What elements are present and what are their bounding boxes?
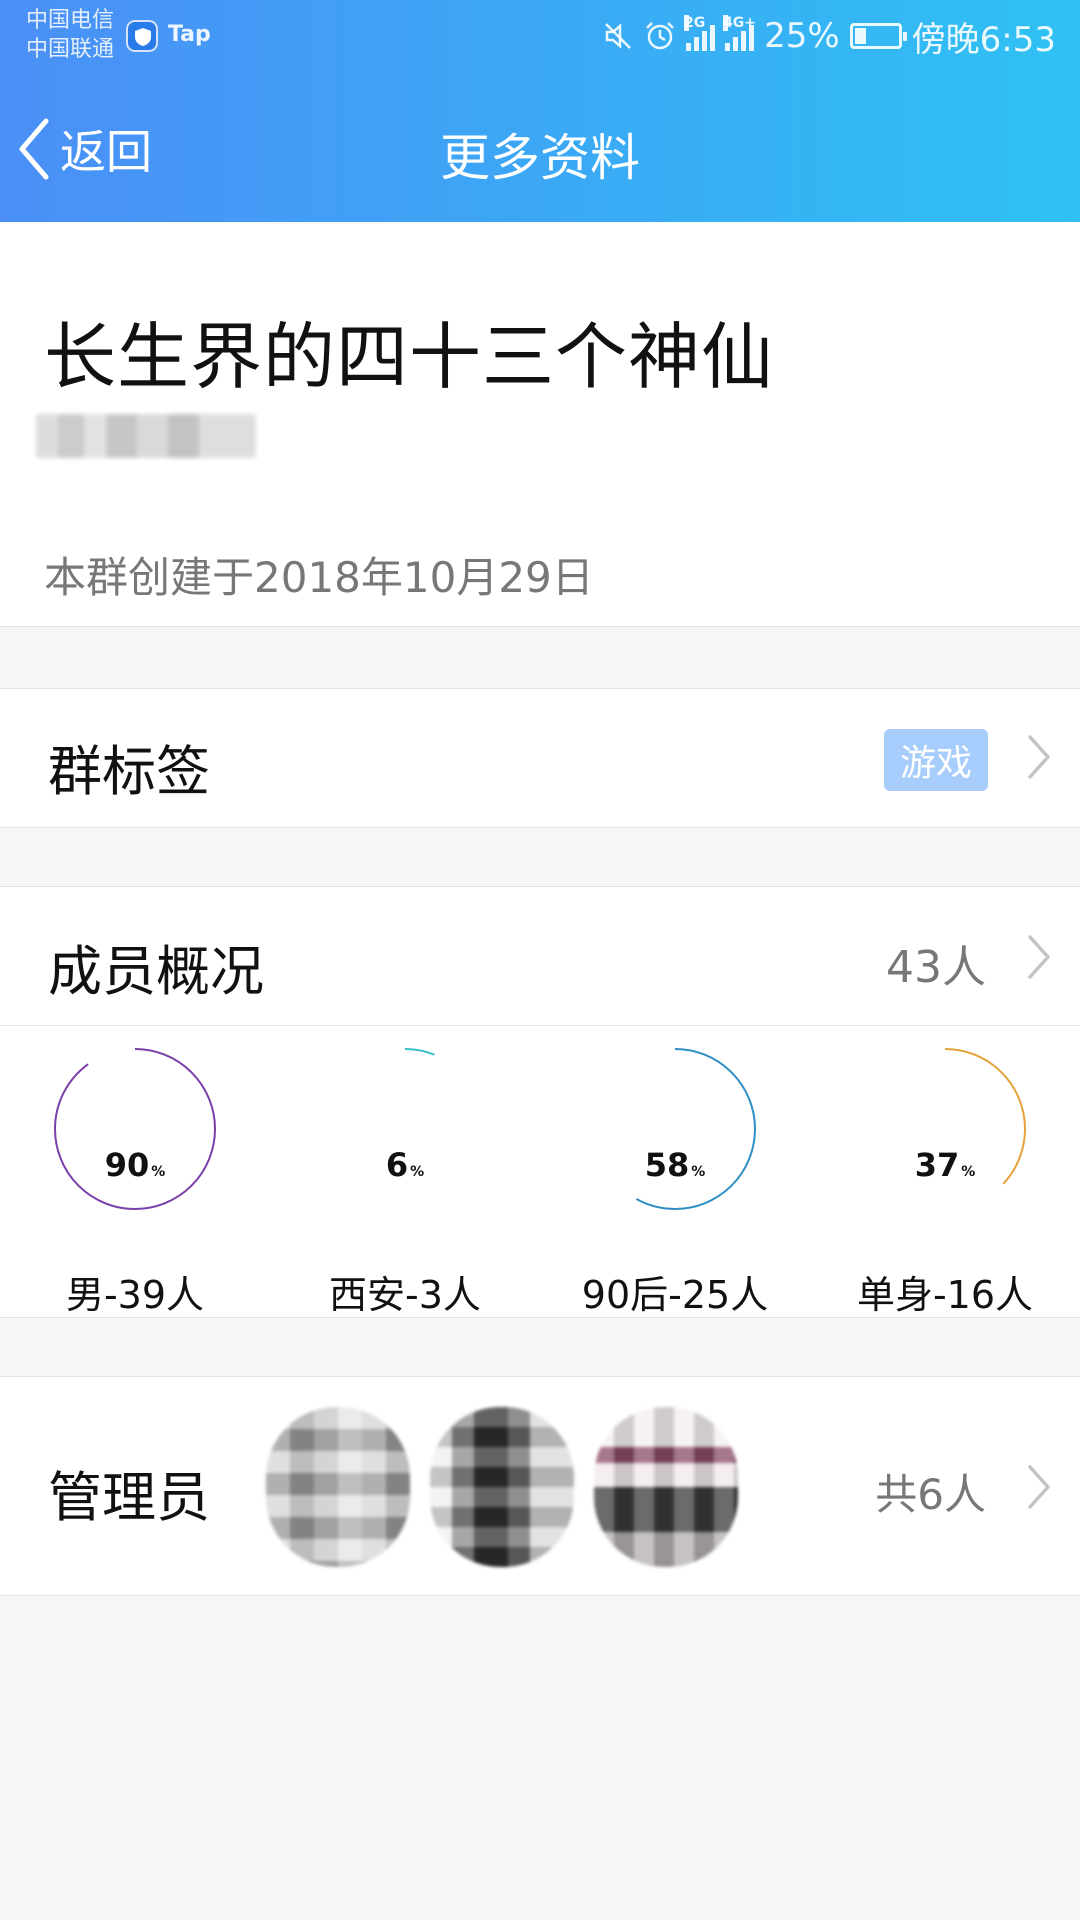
stat-single: 37% 单身-16人 bbox=[810, 1048, 1080, 1317]
admins-row[interactable]: 管理员 共6人 bbox=[0, 1376, 1080, 1596]
nav-bar: 返回 更多资料 bbox=[0, 96, 1080, 196]
admin-count: 共6人 bbox=[875, 1470, 986, 1519]
status-icons: 2G 4G+ 25% 傍晚6:53 bbox=[602, 14, 1056, 60]
battery-icon bbox=[849, 23, 907, 49]
group-created-date: 本群创建于2018年10月29日 bbox=[44, 553, 594, 602]
network-type-1: 2G bbox=[684, 15, 706, 31]
signal-icon-1: 2G bbox=[684, 15, 716, 51]
group-info-card: 长生界的四十三个神仙 本群创建于2018年10月29日 bbox=[0, 222, 1080, 627]
carrier-2: 中国联通 bbox=[26, 37, 115, 62]
admin-avatar bbox=[266, 1407, 410, 1567]
status-bar: 中国电信 中国联通 Tap 2G 4G+ 25% 傍晚6:53 bbox=[0, 0, 1080, 70]
alarm-icon bbox=[646, 22, 674, 50]
tag-badge: 游戏 bbox=[884, 729, 988, 791]
mute-icon bbox=[605, 23, 631, 49]
stat-gender: 90% 男-39人 bbox=[0, 1048, 270, 1317]
tap-app-label: Tap bbox=[168, 22, 211, 47]
stat-percent: 6% bbox=[385, 1146, 425, 1184]
shield-icon bbox=[126, 20, 158, 52]
admin-avatar bbox=[430, 1407, 574, 1567]
chevron-right-icon bbox=[1028, 735, 1050, 779]
chevron-right-icon bbox=[1028, 935, 1050, 979]
header-bar: 中国电信 中国联通 Tap 2G 4G+ 25% 傍晚6:53 返回 更多资料 bbox=[0, 0, 1080, 222]
stat-ring bbox=[54, 1048, 216, 1210]
page-title: 更多资料 bbox=[440, 129, 640, 187]
member-overview-row[interactable]: 成员概况 43人 bbox=[0, 886, 1080, 1026]
stat-label: 西安-3人 bbox=[329, 1273, 481, 1317]
chevron-right-icon bbox=[1028, 1465, 1050, 1509]
group-name: 长生界的四十三个神仙 bbox=[44, 315, 775, 399]
stat-ring bbox=[324, 1048, 486, 1210]
carrier-names: 中国电信 中国联通 bbox=[26, 6, 114, 64]
stat-label: 男-39人 bbox=[65, 1273, 205, 1317]
group-tags-row[interactable]: 群标签 游戏 bbox=[0, 688, 1080, 828]
group-tags-label: 群标签 bbox=[48, 740, 210, 803]
stat-ring bbox=[864, 1048, 1026, 1210]
admin-avatar bbox=[594, 1407, 738, 1567]
network-type-2: 4G+ bbox=[723, 15, 757, 31]
member-stats: 90% 男-39人 6% 西安-3人 58% 90后-25人 37% 单身-16… bbox=[0, 1026, 1080, 1318]
stat-percent: 58% bbox=[644, 1146, 706, 1184]
stat-ring bbox=[594, 1048, 756, 1210]
admins-label: 管理员 bbox=[48, 1466, 210, 1529]
stat-location: 6% 西安-3人 bbox=[270, 1048, 540, 1317]
stat-percent: 90% bbox=[104, 1146, 166, 1184]
stat-age: 58% 90后-25人 bbox=[540, 1048, 810, 1317]
carrier-1: 中国电信 bbox=[26, 8, 115, 33]
member-count: 43人 bbox=[886, 942, 986, 993]
battery-percent: 25% bbox=[764, 16, 840, 56]
signal-icon-2: 4G+ bbox=[723, 15, 756, 51]
member-overview-label: 成员概况 bbox=[48, 940, 264, 1003]
stat-label: 单身-16人 bbox=[856, 1273, 1034, 1317]
redacted-group-id bbox=[36, 414, 256, 458]
stat-label: 90后-25人 bbox=[581, 1273, 769, 1317]
clock: 傍晚6:53 bbox=[911, 19, 1056, 60]
stat-percent: 37% bbox=[914, 1146, 976, 1184]
